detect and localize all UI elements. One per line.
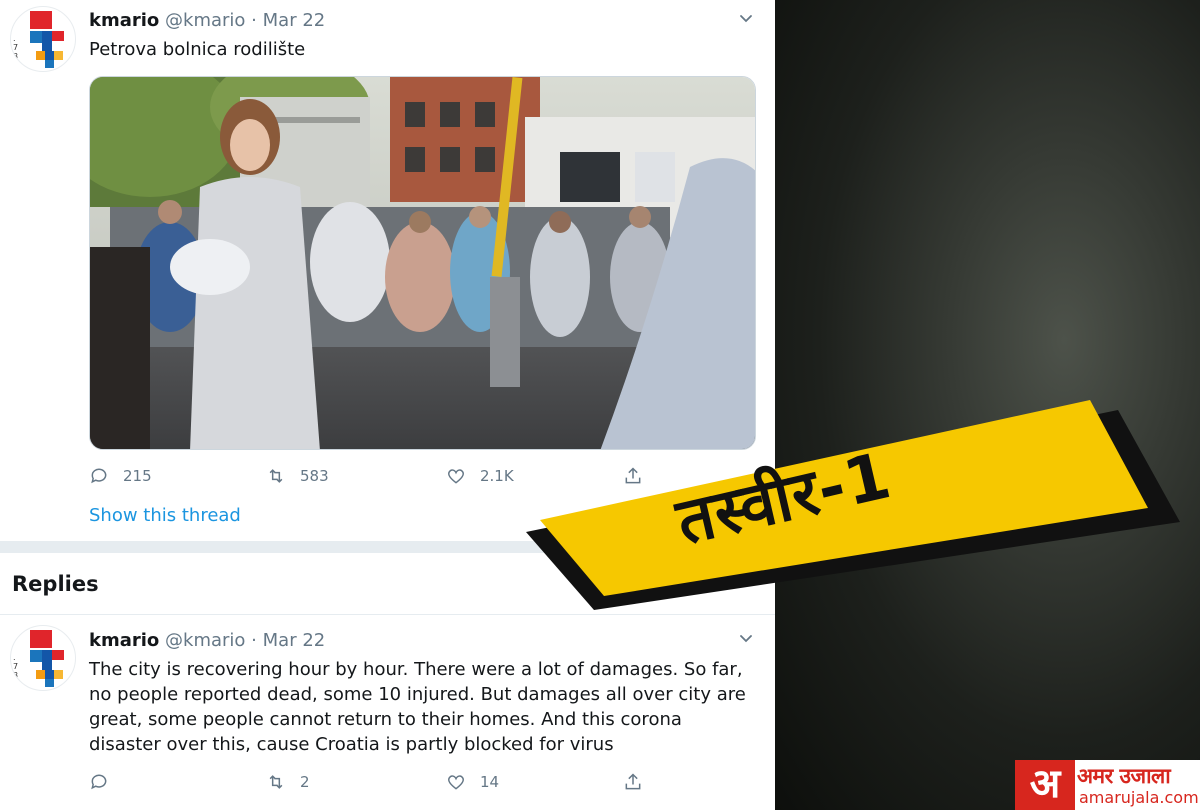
tweet-header: kmario @kmario · Mar 22 — [89, 10, 325, 31]
author-handle[interactable]: @kmario — [165, 10, 245, 31]
reply-button[interactable]: 215 — [89, 466, 152, 486]
retweet-icon — [269, 469, 283, 483]
reply-share-button[interactable] — [623, 772, 643, 792]
heart-icon — [447, 775, 465, 790]
reply-date[interactable]: Mar 22 — [263, 630, 326, 651]
reply-author-name[interactable]: kmario — [89, 630, 159, 651]
brand-logo: अ अमर उजाला amarujala.com — [1015, 760, 1200, 810]
reply-like-button[interactable]: 14 — [446, 772, 499, 792]
reply-reply-button[interactable] — [89, 772, 123, 792]
author-name[interactable]: kmario — [89, 10, 159, 31]
reply-icon — [91, 468, 107, 484]
logo-url: amarujala.com — [1079, 788, 1199, 807]
reply-text: The city is recovering hour by hour. The… — [89, 659, 746, 755]
reply-retweet-count: 2 — [300, 773, 310, 791]
tweet-date[interactable]: Mar 22 — [263, 10, 326, 31]
like-button[interactable]: 2.1K — [446, 466, 514, 486]
logo-mark: अ — [1015, 760, 1075, 810]
heart-icon — [447, 469, 465, 484]
reply-icon — [91, 774, 107, 790]
chevron-down-icon[interactable] — [739, 12, 753, 26]
avatar[interactable]: .73 — [10, 6, 76, 72]
retweet-count: 583 — [300, 467, 329, 485]
like-count: 2.1K — [480, 467, 514, 485]
retweet-icon — [269, 775, 283, 789]
reply-author-handle[interactable]: @kmario — [165, 630, 245, 651]
retweet-button[interactable]: 583 — [266, 466, 329, 486]
reply-retweet-button[interactable]: 2 — [266, 772, 310, 792]
reply-count: 215 — [123, 467, 152, 485]
show-thread-link[interactable]: Show this thread — [89, 505, 241, 526]
reply-avatar[interactable]: .73 — [10, 625, 76, 691]
reply-header: kmario @kmario · Mar 22 — [89, 630, 325, 651]
header-separator: · — [251, 10, 257, 31]
share-icon — [625, 773, 641, 790]
logo-title: अमर उजाला — [1077, 764, 1171, 788]
reply-header-separator: · — [251, 630, 257, 651]
tweet-text: Petrova bolnica rodilište — [89, 39, 306, 60]
reply-like-count: 14 — [480, 773, 500, 791]
photo-image — [90, 77, 755, 449]
tweet-photo[interactable] — [89, 76, 756, 450]
replies-heading: Replies — [12, 572, 99, 596]
